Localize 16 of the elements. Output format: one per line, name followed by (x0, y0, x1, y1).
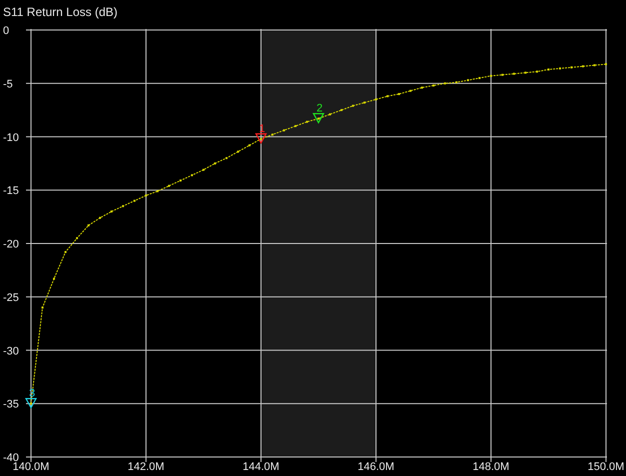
y-tick-label: -25 (3, 292, 19, 304)
marker-label: 2 (316, 102, 323, 115)
x-tick-label: 146.0M (358, 461, 394, 473)
y-tick-label: -35 (3, 398, 19, 411)
y-tick-label: -30 (3, 345, 19, 358)
y-tick-label: 0 (3, 25, 10, 37)
y-tick-label: -20 (3, 238, 19, 250)
y-tick-label: -5 (3, 78, 13, 90)
y-tick-label: -10 (3, 132, 19, 144)
x-tick-label: 148.0M (472, 461, 510, 473)
x-tick-label: 150.0M (588, 461, 624, 473)
x-tick-label: 140.0M (12, 461, 50, 473)
y-tick-label: -15 (3, 185, 19, 198)
x-tick-label: 144.0M (242, 461, 280, 473)
x-tick-label: 142.0M (128, 461, 164, 473)
chart-title: S11 Return Loss (dB) (3, 5, 118, 19)
